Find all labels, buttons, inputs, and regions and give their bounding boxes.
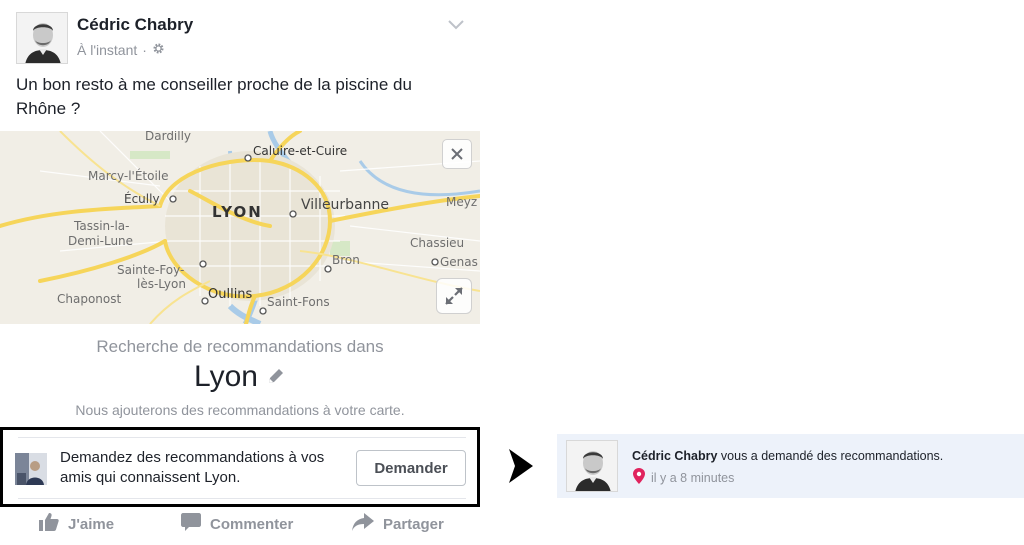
like-button[interactable]: J'aime (39, 513, 114, 535)
avatar-photo (17, 13, 67, 63)
city-name[interactable]: Lyon (194, 360, 258, 394)
map-pin-icon (633, 468, 645, 487)
facebook-post: Cédric Chabry À l'instant · Un bon resto… (0, 0, 480, 545)
notification-avatar (566, 440, 618, 492)
author-avatar[interactable] (16, 12, 68, 64)
map-graphic: Dardilly Caluire-et-Cuire Marcy-l'Étoile… (0, 131, 480, 324)
post-timestamp[interactable]: À l'instant (77, 42, 137, 58)
map-label-bron: Bron (332, 253, 360, 267)
thumbs-up-icon (39, 513, 59, 535)
close-icon[interactable] (442, 139, 472, 169)
recommendation-city[interactable]: Lyon (0, 360, 480, 394)
comment-icon (181, 513, 201, 535)
map-label-tassin: Tassin-la- (73, 219, 130, 233)
map-label-genas: Genas (440, 255, 478, 269)
map-label-chaponost: Chaponost (57, 292, 121, 306)
pencil-icon[interactable] (266, 360, 286, 394)
map-label-saintefoy1: Sainte-Foy- (117, 263, 184, 277)
avatar-photo (567, 441, 617, 491)
expand-icon[interactable] (436, 278, 472, 314)
map-label-chassieu: Chassieu (410, 236, 464, 250)
notification-item[interactable]: Cédric Chabry vous a demandé des recomma… (557, 434, 1024, 498)
comment-button[interactable]: Commenter (181, 513, 293, 535)
map-label-villeurbanne: Villeurbanne (301, 197, 389, 213)
map-label-oullins: Oullins (208, 287, 253, 302)
ask-recommendations-box: Demandez des recommandations à vos amis … (0, 427, 480, 507)
map-label-marcy: Marcy-l'Étoile (88, 168, 169, 183)
post-meta: À l'instant · (77, 42, 165, 58)
friends-thumbnail (15, 453, 47, 485)
demander-button[interactable]: Demander (356, 450, 466, 486)
like-label: J'aime (68, 515, 115, 533)
divider (18, 498, 466, 499)
map-label-demilune: Demi-Lune (68, 234, 133, 248)
notification-text: Cédric Chabry vous a demandé des recomma… (632, 449, 943, 463)
map-label-saintefoy2: lès-Lyon (137, 277, 186, 291)
recommendation-search-title: Recherche de recommandations dans (96, 337, 384, 356)
notification-time-row: il y a 8 minutes (633, 468, 734, 487)
gear-icon[interactable] (152, 42, 165, 58)
map-label-dardilly: Dardilly (145, 131, 191, 143)
meta-separator: · (142, 42, 147, 58)
notification-message: vous a demandé des recommandations. (717, 449, 944, 463)
post-actions: J'aime Commenter Partager (0, 508, 480, 538)
map-label-caluire: Caluire-et-Cuire (253, 144, 347, 158)
map-label-lyon: LYON (212, 203, 263, 221)
recommendation-note: Nous ajouterons des recommandations à vo… (75, 402, 405, 418)
notification-time: il y a 8 minutes (651, 470, 735, 485)
share-button[interactable]: Partager (352, 513, 444, 535)
map-label-ecully: Écully (124, 191, 160, 206)
author-name[interactable]: Cédric Chabry (77, 15, 193, 35)
post-text: Un bon resto à me conseiller proche de l… (16, 75, 412, 118)
location-map[interactable]: Dardilly Caluire-et-Cuire Marcy-l'Étoile… (0, 131, 480, 324)
share-label: Partager (383, 515, 444, 533)
divider (18, 437, 466, 438)
comment-label: Commenter (210, 515, 294, 533)
chevron-right-icon (505, 447, 537, 485)
share-icon (352, 513, 374, 535)
map-label-meyzieu: Meyz (446, 195, 477, 209)
map-label-saintfons: Saint-Fons (267, 295, 330, 309)
chevron-down-icon[interactable] (446, 18, 466, 32)
ask-recommendations-text: Demandez des recommandations à vos amis … (60, 449, 325, 486)
notification-name: Cédric Chabry (632, 449, 718, 463)
